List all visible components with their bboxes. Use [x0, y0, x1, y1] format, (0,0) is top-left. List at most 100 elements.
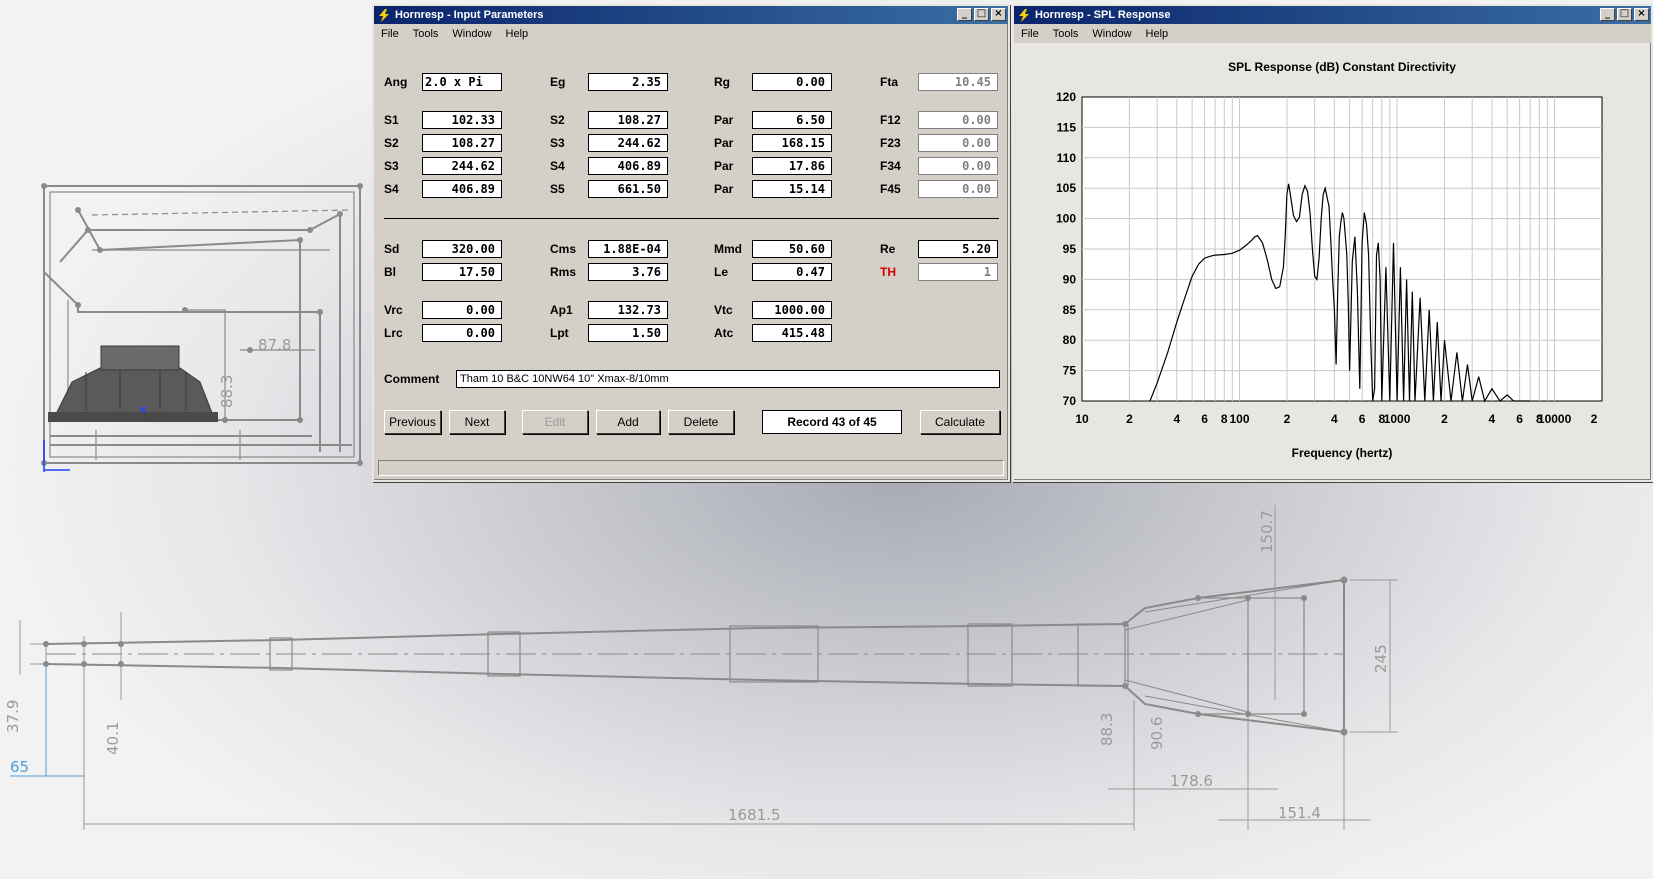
param-field[interactable]: 108.27 — [588, 111, 668, 129]
dim-151-4: 151.4 — [1278, 804, 1321, 822]
param-field[interactable]: 1000.00 — [752, 301, 832, 319]
delete-button[interactable]: Delete — [668, 410, 734, 434]
x-axis-label: Frequency (hertz) — [1292, 446, 1393, 460]
param-field[interactable]: 1.50 — [588, 324, 668, 342]
param-field[interactable]: 320.00 — [422, 240, 502, 258]
close-icon[interactable]: × — [1634, 8, 1649, 21]
y-tick-label: 110 — [1057, 151, 1077, 165]
param-field[interactable]: 10.45 — [918, 73, 998, 91]
dim-37-9: 37.9 — [4, 700, 22, 733]
param-field[interactable]: 0.00 — [422, 324, 502, 342]
param-field[interactable]: 244.62 — [588, 134, 668, 152]
previous-button[interactable]: Previous — [384, 410, 441, 434]
param-field[interactable]: 168.15 — [752, 134, 832, 152]
edit-button[interactable]: Edit — [522, 410, 588, 434]
dim-87-8: 87.8 — [258, 336, 291, 354]
maximize-icon[interactable]: □ — [974, 8, 989, 21]
menu-tools[interactable]: Tools — [1046, 28, 1086, 40]
param-field[interactable]: 132.73 — [588, 301, 668, 319]
param-field[interactable]: 17.50 — [422, 263, 502, 281]
y-tick-label: 115 — [1057, 120, 1077, 134]
calculate-button[interactable]: Calculate — [920, 410, 1000, 434]
input-window-titlebar[interactable]: Hornresp - Input Parameters _ □ × — [374, 6, 1008, 24]
param-field[interactable]: 1.88E-04 — [588, 240, 668, 258]
param-label: Cms — [550, 242, 577, 256]
param-field[interactable]: 406.89 — [422, 180, 502, 198]
param-field[interactable]: 0.00 — [918, 157, 998, 175]
x-tick-label: 1000 — [1384, 412, 1411, 426]
menu-help[interactable]: Help — [499, 28, 536, 40]
menu-file[interactable]: File — [1014, 28, 1046, 40]
menu-file[interactable]: File — [374, 28, 406, 40]
svg-text:✕: ✕ — [138, 403, 148, 417]
param-label: S3 — [550, 136, 565, 150]
param-field[interactable]: 406.89 — [588, 157, 668, 175]
comment-field[interactable]: Tham 10 B&C 10NW64 10" Xmax-8/10mm — [456, 370, 1000, 388]
close-icon[interactable]: × — [991, 8, 1006, 21]
param-label: Atc — [714, 326, 734, 340]
param-label: Re — [880, 242, 896, 256]
next-button[interactable]: Next — [449, 410, 505, 434]
spl-response-window: Hornresp - SPL Response _ □ × File Tools… — [1012, 4, 1653, 482]
param-label: F12 — [880, 113, 901, 127]
minimize-icon[interactable]: _ — [957, 8, 972, 21]
param-field[interactable]: 15.14 — [752, 180, 832, 198]
param-label: Vrc — [384, 303, 403, 317]
param-label: F23 — [880, 136, 901, 150]
x-tick-label: 6 — [1516, 412, 1523, 426]
param-field[interactable]: 244.62 — [422, 157, 502, 175]
menu-tools[interactable]: Tools — [406, 28, 446, 40]
param-label: TH — [880, 265, 896, 279]
param-label: Rg — [714, 75, 730, 89]
param-field[interactable]: 0.00 — [422, 301, 502, 319]
param-label: F34 — [880, 159, 901, 173]
param-field[interactable]: 5.20 — [918, 240, 998, 258]
param-field[interactable]: 0.47 — [752, 263, 832, 281]
param-field[interactable]: 2.0 x Pi — [422, 73, 502, 91]
minimize-icon[interactable]: _ — [1600, 8, 1615, 21]
spl-window-menubar: File Tools Window Help — [1014, 24, 1651, 43]
y-tick-label: 85 — [1063, 303, 1077, 317]
param-label: Rms — [550, 265, 577, 279]
param-field[interactable]: 0.00 — [918, 111, 998, 129]
x-tick-label: 4 — [1489, 412, 1496, 426]
add-button[interactable]: Add — [596, 410, 660, 434]
cad-driver: ✕ — [43, 345, 218, 472]
param-label: Le — [714, 265, 729, 279]
param-label: Bl — [384, 265, 396, 279]
separator — [384, 218, 999, 219]
param-label: Par — [714, 182, 734, 196]
param-field[interactable]: 17.86 — [752, 157, 832, 175]
param-label: S4 — [384, 182, 399, 196]
param-label: Mmd — [714, 242, 742, 256]
y-tick-label: 105 — [1056, 181, 1076, 195]
param-field[interactable]: 6.50 — [752, 111, 832, 129]
param-field[interactable]: 102.33 — [422, 111, 502, 129]
param-field[interactable]: 108.27 — [422, 134, 502, 152]
param-label: Ap1 — [550, 303, 573, 317]
param-field[interactable]: 1 — [918, 263, 998, 281]
param-field[interactable]: 0.00 — [918, 180, 998, 198]
menu-window[interactable]: Window — [445, 28, 498, 40]
param-field[interactable]: 3.76 — [588, 263, 668, 281]
x-tick-label: 100 — [1230, 412, 1250, 426]
param-label: Ang — [384, 75, 408, 89]
y-tick-label: 90 — [1063, 272, 1077, 286]
menu-help[interactable]: Help — [1139, 28, 1176, 40]
maximize-icon[interactable]: □ — [1617, 8, 1632, 21]
y-tick-label: 75 — [1063, 364, 1077, 378]
param-field[interactable]: 2.35 — [588, 73, 668, 91]
param-field[interactable]: 0.00 — [752, 73, 832, 91]
cad-side-view — [41, 183, 363, 466]
dim-88-3-top: 88.3 — [218, 375, 236, 408]
param-field[interactable]: 0.00 — [918, 134, 998, 152]
param-label: S2 — [550, 113, 565, 127]
param-field[interactable]: 50.60 — [752, 240, 832, 258]
param-field[interactable]: 415.48 — [752, 324, 832, 342]
x-tick-label: 4 — [1173, 412, 1180, 426]
spl-window-titlebar[interactable]: Hornresp - SPL Response _ □ × — [1014, 6, 1651, 24]
param-label: Eg — [550, 75, 566, 89]
param-field[interactable]: 661.50 — [588, 180, 668, 198]
param-label: Fta — [880, 75, 898, 89]
menu-window[interactable]: Window — [1085, 28, 1138, 40]
